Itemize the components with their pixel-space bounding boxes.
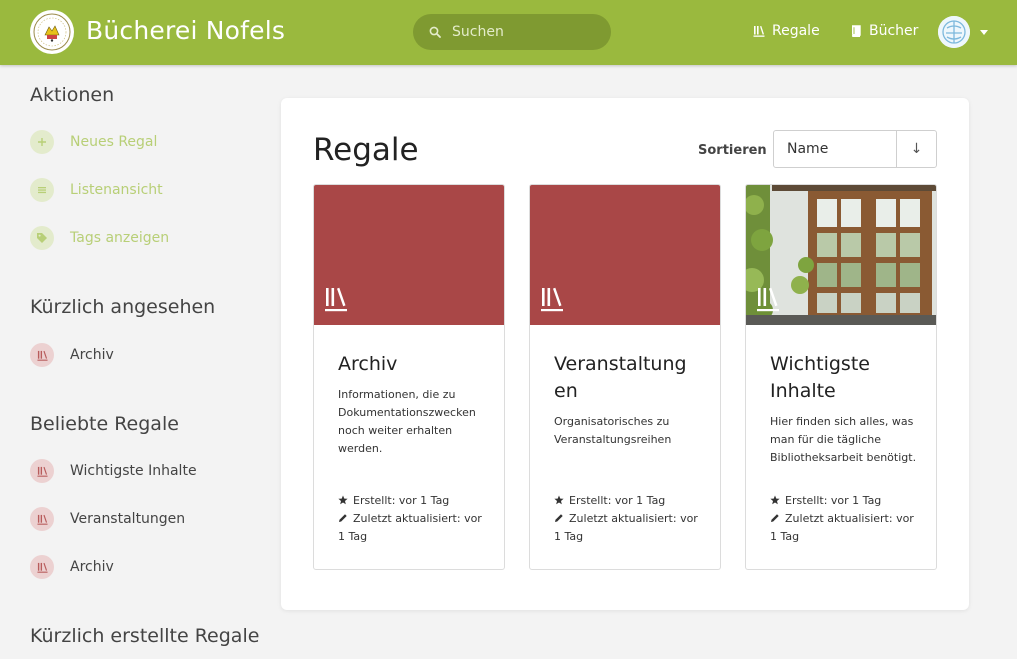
plus-icon	[30, 130, 54, 154]
shelf-card-title-line: en	[554, 380, 578, 402]
bookshelf-icon	[753, 26, 765, 37]
shelf-card-title-line: Wichtigste	[770, 353, 870, 375]
sidebar-action-label: Neues Regal	[70, 134, 158, 150]
avatar-image	[938, 16, 970, 48]
pencil-icon	[555, 514, 563, 522]
user-avatar[interactable]	[938, 16, 970, 48]
pencil-icon	[771, 514, 779, 522]
shelf-card-title: Veranstaltung en	[554, 351, 704, 405]
sort-select[interactable]: Name	[774, 131, 897, 167]
sidebar-actions-title: Aktionen	[30, 84, 115, 106]
shelf-card-title: Wichtigste Inhalte	[770, 351, 920, 405]
sidebar-popular-item[interactable]: Veranstaltungen	[30, 507, 185, 531]
shelf-card[interactable]: Wichtigste Inhalte Hier finden sich alle…	[745, 184, 937, 570]
sidebar-action-list-view[interactable]: Listenansicht	[30, 178, 163, 202]
nav-link-books[interactable]: Bücher	[850, 23, 918, 39]
bookshelf-icon	[30, 507, 54, 531]
search-bar[interactable]	[413, 14, 611, 50]
updated-text: Zuletzt aktualisiert: vor 1 Tag	[554, 512, 698, 543]
shelf-card-description: Organisatorisches zu Veranstaltungsreihe…	[554, 415, 672, 446]
shelf-card[interactable]: Archiv Informationen, die zu Dokumentati…	[313, 184, 505, 570]
sidebar-shelf-label: Archiv	[70, 347, 114, 363]
sidebar-recent-title: Kürzlich angesehen	[30, 296, 216, 318]
sidebar-action-label: Listenansicht	[70, 182, 163, 198]
shelf-card-meta: Erstellt: vor 1 Tag Zuletzt aktualisiert…	[770, 492, 920, 546]
created-text: Erstellt: vor 1 Tag	[569, 494, 666, 507]
bookshelf-icon	[30, 459, 54, 483]
sidebar-created-title: Kürzlich erstellte Regale	[30, 625, 260, 647]
nav-link-books-label: Bücher	[869, 23, 919, 39]
page-title: Regale	[313, 132, 419, 168]
bookshelf-icon	[541, 287, 563, 312]
bookshelf-icon	[30, 555, 54, 579]
shelf-card-description: Informationen, die zu Dokumentationszwec…	[338, 388, 476, 455]
tag-icon	[30, 226, 54, 250]
library-logo-emblem	[33, 13, 71, 51]
bookshelf-icon	[30, 343, 54, 367]
sidebar-shelf-label: Archiv	[70, 559, 114, 575]
sidebar-popular-item[interactable]: Archiv	[30, 555, 114, 579]
shelf-cover	[314, 185, 504, 325]
shelf-card-meta: Erstellt: vor 1 Tag Zuletzt aktualisiert…	[338, 492, 488, 546]
sidebar-shelf-label: Veranstaltungen	[70, 511, 186, 527]
user-menu-chevron-down-icon[interactable]	[980, 30, 988, 35]
shelf-card-title-line: Veranstaltung	[554, 353, 687, 375]
sort-control: Name ↓	[773, 130, 937, 168]
shelf-card-title: Archiv	[338, 351, 488, 378]
star-icon	[338, 495, 348, 505]
shelves-panel: Regale Sortieren Name ↓ Archiv Informati…	[281, 98, 969, 610]
sidebar-shelf-label: Wichtigste Inhalte	[70, 463, 197, 479]
sidebar-popular-item[interactable]: Wichtigste Inhalte	[30, 459, 197, 483]
top-bar: Bücherei Nofels Regale Bücher	[0, 0, 1017, 65]
search-input[interactable]	[452, 24, 592, 40]
star-icon	[770, 495, 780, 505]
sort-direction-button[interactable]: ↓	[897, 131, 936, 167]
sidebar-popular-title: Beliebte Regale	[30, 413, 179, 435]
bookshelf-icon	[325, 287, 347, 312]
shelf-cover-photo	[746, 185, 936, 325]
updated-text: Zuletzt aktualisiert: vor 1 Tag	[338, 512, 482, 543]
list-icon	[30, 178, 54, 202]
nav-link-shelves[interactable]: Regale	[753, 23, 820, 39]
shelf-card-created: Erstellt: vor 1 Tag	[338, 492, 488, 510]
created-text: Erstellt: vor 1 Tag	[785, 494, 882, 507]
book-icon	[851, 25, 861, 37]
nav-link-shelves-label: Regale	[772, 23, 820, 39]
shelf-card-updated: Zuletzt aktualisiert: vor 1 Tag	[554, 510, 704, 546]
library-logo[interactable]	[30, 10, 74, 54]
shelf-card-created: Erstellt: vor 1 Tag	[770, 492, 920, 510]
bookshelf-icon	[757, 287, 779, 312]
shelf-card-description: Hier finden sich alles, was man für die …	[770, 415, 917, 464]
sidebar-action-label: Tags anzeigen	[70, 230, 170, 246]
search-icon	[429, 26, 441, 38]
shelf-card-meta: Erstellt: vor 1 Tag Zuletzt aktualisiert…	[554, 492, 704, 546]
shelf-card-created: Erstellt: vor 1 Tag	[554, 492, 704, 510]
sidebar-recent-item[interactable]: Archiv	[30, 343, 114, 367]
shelf-card-updated: Zuletzt aktualisiert: vor 1 Tag	[770, 510, 920, 546]
shelf-card-title-line: Archiv	[338, 353, 398, 375]
created-text: Erstellt: vor 1 Tag	[353, 494, 450, 507]
sort-label: Sortieren	[698, 143, 767, 158]
updated-text: Zuletzt aktualisiert: vor 1 Tag	[770, 512, 914, 543]
shelf-cover	[530, 185, 720, 325]
sidebar-action-new-shelf[interactable]: Neues Regal	[30, 130, 157, 154]
shelf-card[interactable]: Veranstaltung en Organisatorisches zu Ve…	[529, 184, 721, 570]
pencil-icon	[339, 514, 347, 522]
sidebar-action-show-tags[interactable]: Tags anzeigen	[30, 226, 169, 250]
shelf-card-updated: Zuletzt aktualisiert: vor 1 Tag	[338, 510, 488, 546]
app-title[interactable]: Bücherei Nofels	[86, 16, 285, 45]
shelf-card-title-line: Inhalte	[770, 380, 836, 402]
star-icon	[554, 495, 564, 505]
